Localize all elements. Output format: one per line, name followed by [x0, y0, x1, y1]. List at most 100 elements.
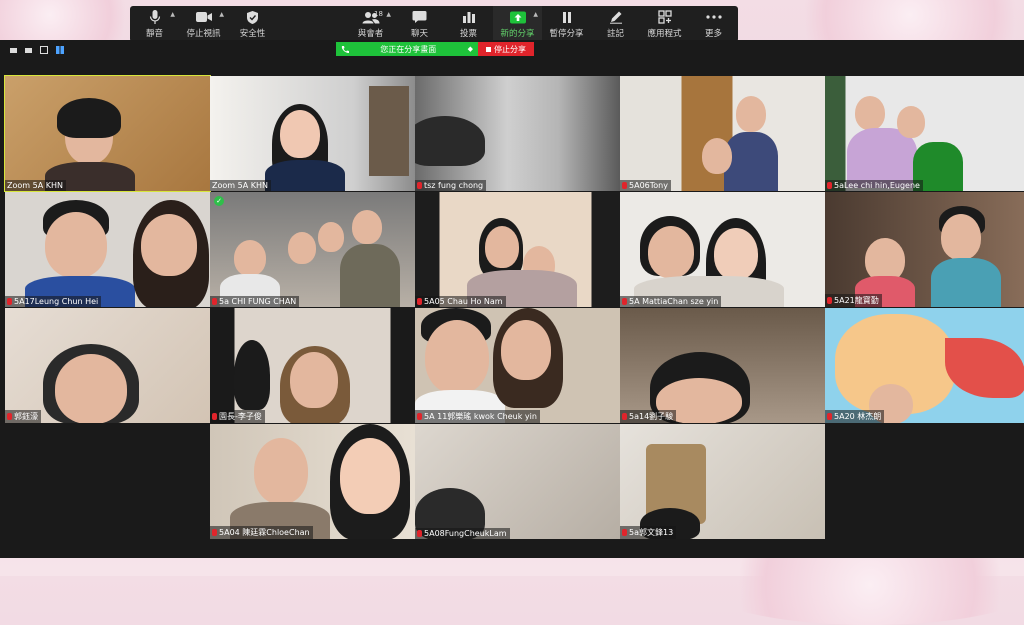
participant-face — [234, 240, 266, 276]
participant-name: 5a CHI FUNG CHAN — [219, 297, 297, 306]
participant-face — [702, 138, 732, 174]
pause-icon — [561, 9, 573, 25]
chevron-up-icon[interactable]: ▲ — [533, 11, 538, 18]
participant-name-tag: 5a14劉子駿 — [620, 410, 677, 423]
participant-tile[interactable]: tsz fung chong — [415, 76, 620, 191]
sharing-status[interactable]: 您正在分享畫面 ◆ — [336, 42, 478, 56]
participant-tile[interactable]: 5A MattiaChan sze yin — [620, 192, 825, 307]
participant-tile[interactable]: 5a14劉子駿 — [620, 308, 825, 423]
chevron-up-icon[interactable]: ▲ — [386, 11, 391, 18]
muted-mic-icon — [622, 182, 627, 189]
cartoon-cape — [945, 338, 1024, 398]
participant-tile[interactable]: Zoom 5A KHN — [210, 76, 415, 191]
muted-mic-icon — [622, 413, 627, 420]
restore-icon[interactable] — [40, 46, 48, 54]
participant-face — [941, 214, 981, 260]
annotate-button[interactable]: 註記 — [591, 6, 640, 42]
muted-mic-icon — [622, 298, 627, 305]
participant-hair — [415, 116, 485, 166]
participant-name: 5A MattiaChan sze yin — [629, 297, 719, 306]
participant-face — [897, 106, 925, 138]
participant-tile[interactable]: 5aLee chi hin,Eugene — [825, 76, 1024, 191]
participant-name-tag: 5a郭文鋒13 — [620, 526, 677, 539]
more-dots-icon — [705, 9, 722, 25]
participant-name: 5A05 Chau Ho Nam — [424, 297, 503, 306]
participant-name: Zoom 5A KHN — [212, 181, 268, 190]
participant-name-tag: 園長-李子俊 — [210, 410, 265, 423]
gallery-view-icon[interactable] — [56, 46, 64, 54]
muted-mic-icon — [417, 413, 422, 420]
phone-icon — [341, 46, 349, 53]
minimize-thumbnail-icon[interactable] — [25, 47, 32, 53]
participant-name-tag: 5A04 陳廷霖ChloeChan — [210, 526, 313, 539]
participant-tile[interactable]: Zoom 5A KHN — [4, 75, 211, 192]
muted-mic-icon — [417, 530, 422, 537]
muted-mic-icon — [7, 298, 12, 305]
participant-name-tag: 5A17Leung Chun Hei — [5, 296, 102, 307]
pause-share-button[interactable]: 暫停分享 — [542, 6, 591, 42]
participant-name: 5a14劉子駿 — [629, 412, 674, 421]
participant-name-tag: 郭鈺濠 — [5, 410, 41, 423]
participant-body — [724, 132, 778, 191]
participant-face — [290, 352, 338, 408]
participant-tile[interactable]: 5A20 林杰朗 — [825, 308, 1024, 423]
apps-icon — [657, 9, 672, 25]
participant-name-tag: 5A20 林杰朗 — [825, 410, 885, 423]
participant-name-tag: 5A21龍寶勤 — [825, 294, 882, 307]
participant-tile[interactable]: 5A04 陳廷霖ChloeChan — [210, 424, 415, 539]
participant-face — [280, 110, 320, 158]
mute-button[interactable]: ▲ 靜音 — [130, 6, 179, 42]
new-share-button[interactable]: ▲ 新的分享 — [493, 6, 542, 42]
participant-face — [318, 222, 344, 252]
new-share-label: 新的分享 — [500, 29, 535, 39]
participant-face — [648, 226, 694, 278]
participant-name: 5A20 林杰朗 — [834, 412, 882, 421]
meeting-toolbar: ▲ 靜音 ▲ 停止視訊 安全性 18 ▲ 與會者 聊天 投票 ▲ 新的分享 暫停… — [130, 6, 738, 42]
chevron-up-icon[interactable]: ▲ — [170, 11, 175, 18]
stop-share-button[interactable]: 停止分享 — [478, 42, 534, 56]
participant-name-tag: 5A 11郭樂瑤 kwok Cheuk yin — [415, 410, 540, 423]
sharing-banner: 您正在分享畫面 ◆ 停止分享 — [336, 42, 534, 56]
chevron-up-icon[interactable]: ▲ — [219, 11, 224, 18]
chat-button[interactable]: 聊天 — [395, 6, 444, 42]
muted-mic-icon — [417, 298, 422, 305]
window-controls — [10, 46, 64, 54]
participant-face — [254, 438, 308, 504]
participant-name: 郭鈺濠 — [14, 412, 38, 421]
participant-name: 5aLee chi hin,Eugene — [834, 181, 920, 190]
more-button[interactable]: 更多 — [689, 6, 738, 42]
participant-tile[interactable]: 5A06Tony — [620, 76, 825, 191]
participant-name-tag: 5A MattiaChan sze yin — [620, 296, 722, 307]
participant-face — [340, 438, 400, 514]
apps-button[interactable]: 應用程式 — [640, 6, 689, 42]
participant-name-tag: 5A08FungCheukLam — [415, 528, 510, 539]
participant-tile[interactable]: ✓ 5a CHI FUNG CHAN — [210, 192, 415, 307]
muted-mic-icon — [212, 529, 217, 536]
participant-tile[interactable]: 園長-李子俊 — [210, 308, 415, 423]
minimize-icon[interactable] — [10, 47, 17, 53]
participant-tile[interactable]: 5A05 Chau Ho Nam — [415, 192, 620, 307]
participant-tile[interactable]: 5A21龍寶勤 — [825, 192, 1024, 307]
participant-tile[interactable]: 郭鈺濠 — [5, 308, 210, 423]
participant-face — [352, 210, 382, 244]
participant-tile[interactable]: 5a郭文鋒13 — [620, 424, 825, 539]
muted-mic-icon — [827, 413, 832, 420]
participant-face — [501, 320, 551, 380]
stop-video-button[interactable]: ▲ 停止視訊 — [179, 6, 228, 42]
bookshelf — [369, 86, 409, 176]
participant-body — [340, 244, 400, 307]
participants-button[interactable]: 18 ▲ 與會者 — [346, 6, 395, 42]
participant-face — [425, 320, 489, 394]
shield-icon — [246, 9, 259, 25]
participant-tile[interactable]: 5A17Leung Chun Hei — [5, 192, 210, 307]
video-grid: Zoom 5A KHN Zoom 5A KHN tsz fung chong 5… — [3, 75, 1024, 558]
poll-button[interactable]: 投票 — [444, 6, 493, 42]
participant-name-tag: tsz fung chong — [415, 180, 487, 191]
participant-tile[interactable]: 5A08FungCheukLam — [415, 424, 620, 539]
participant-hair — [234, 340, 270, 410]
participant-tile[interactable]: 5A 11郭樂瑤 kwok Cheuk yin — [415, 308, 620, 423]
participant-face — [55, 354, 127, 423]
sharing-status-label: 您正在分享畫面 — [380, 44, 437, 54]
security-button[interactable]: 安全性 — [228, 6, 277, 42]
